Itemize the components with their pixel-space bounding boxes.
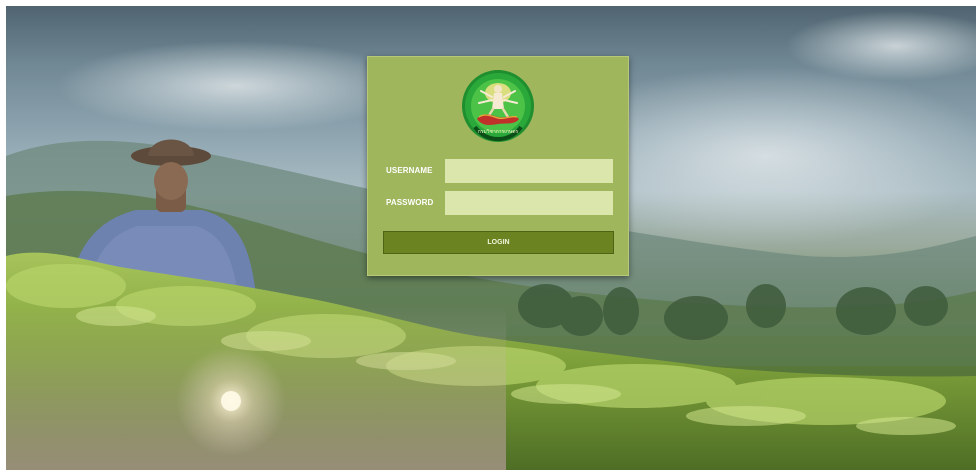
- department-logo: กรมวิชาการเกษตร: [461, 69, 535, 143]
- password-label: PASSWORD: [386, 198, 434, 207]
- username-label: USERNAME: [386, 166, 433, 175]
- login-page: กรมวิชาการเกษตร USERNAME PASSWORD LOGIN: [0, 0, 979, 472]
- password-row: PASSWORD: [368, 191, 630, 215]
- login-panel: กรมวิชาการเกษตร USERNAME PASSWORD LOGIN: [367, 56, 629, 276]
- username-row: USERNAME: [368, 159, 630, 183]
- password-input[interactable]: [445, 191, 613, 215]
- logo-text: กรมวิชาการเกษตร: [478, 128, 519, 135]
- username-input[interactable]: [445, 159, 613, 183]
- deity-emblem-logo-icon: กรมวิชาการเกษตร: [462, 70, 534, 142]
- login-button[interactable]: LOGIN: [383, 231, 614, 254]
